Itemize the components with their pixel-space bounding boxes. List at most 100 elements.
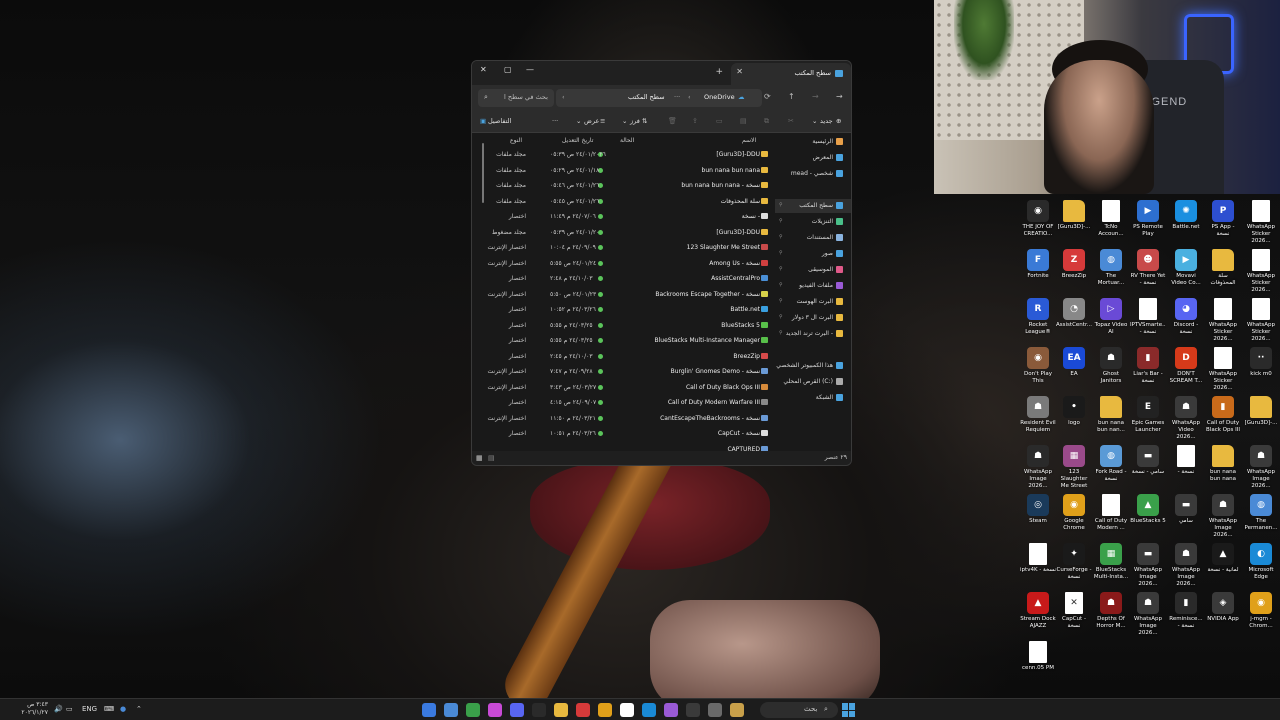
- desktop-icon[interactable]: ◐ Microsoft Edge: [1243, 543, 1279, 589]
- taskbar-app-icon[interactable]: [730, 703, 744, 717]
- keyboard-icon[interactable]: ⌨: [104, 705, 114, 713]
- volume-icon[interactable]: 🔊: [54, 705, 63, 713]
- desktop-icon[interactable]: cenn.05 PM: [1020, 641, 1056, 687]
- desktop-icon[interactable]: ☻ RV There Yet - نسخة: [1130, 249, 1166, 295]
- desktop-icon[interactable]: bun nana bun nana: [1205, 445, 1241, 491]
- desktop-icon[interactable]: [Guru3D]-...: [1056, 200, 1092, 246]
- nav-item[interactable]: ⚲ البرت ترند الجديد -: [775, 327, 851, 341]
- desktop-icon[interactable]: ▮ Call of Duty Black Ops III: [1205, 396, 1241, 442]
- taskbar-app-icon[interactable]: [620, 703, 634, 717]
- nav-item[interactable]: mead - شخصي: [775, 167, 851, 181]
- desktop-icon[interactable]: ▮ Liar's Bar - نسخة: [1130, 347, 1166, 393]
- taskbar-app-icon[interactable]: [422, 703, 436, 717]
- desktop-icon[interactable]: ◉ Don't Play This: [1020, 347, 1056, 393]
- desktop-icon[interactable]: ☗ Resident Evil Requiem: [1020, 396, 1056, 442]
- close-icon[interactable]: ✕: [480, 65, 487, 74]
- file-row[interactable]: Among Us - نسخة ٢٤/٠١/٢٤ ص ٥:٥٥ اختصار الإ…: [478, 256, 768, 272]
- taskbar-app-icon[interactable]: [532, 703, 546, 717]
- desktop-icon[interactable]: ◎ Steam: [1020, 494, 1056, 540]
- nav-item[interactable]: ⚲ التنزيلات: [775, 215, 851, 229]
- taskbar-app-icon[interactable]: [488, 703, 502, 717]
- file-row[interactable]: CantEscapeTheBackrooms - نسخة ٢٤/٠٣/٢١ م …: [478, 411, 768, 427]
- file-row[interactable]: [Guru3D]-DDU ٢٤/٠١/٢٠ ص ٠٥:٣٩ مجلد مضغوط: [478, 225, 768, 241]
- breadcrumb-desktop[interactable]: سطح المكتب: [628, 93, 665, 101]
- taskbar-app-icon[interactable]: [444, 703, 458, 717]
- desktop-icon[interactable]: ▷ Topaz Video AI: [1093, 298, 1129, 344]
- desktop-icon[interactable]: ▦ 123 Slaughter Me Street: [1056, 445, 1092, 491]
- taskbar-app-icon[interactable]: [598, 703, 612, 717]
- desktop-icon[interactable]: • logo: [1056, 396, 1092, 442]
- tab-close-icon[interactable]: ✕: [736, 67, 743, 76]
- nav-item[interactable]: ⚲ صور: [775, 247, 851, 261]
- taskbar-app-icon[interactable]: [576, 703, 590, 717]
- desktop-icon[interactable]: bun nana bun nan...: [1093, 396, 1129, 442]
- taskbar-app-icon[interactable]: [510, 703, 524, 717]
- desktop-icon[interactable]: R Rocket League®: [1020, 298, 1056, 344]
- file-row[interactable]: BlueStacks Multi-Instance Manager ٢٤/٠٣/٢…: [478, 333, 768, 349]
- nav-item[interactable]: ⚲ البرت الهوست: [775, 295, 851, 309]
- back-arrow-icon[interactable]: →: [836, 92, 843, 101]
- maximize-icon[interactable]: ▢: [504, 65, 512, 74]
- desktop-icon[interactable]: WhatsApp Sticker 2026...: [1205, 298, 1241, 344]
- file-row[interactable]: BreezZip ٢٤/١٠/٠٣ م ٢:٤٥ اختصار: [478, 349, 768, 365]
- more-options-button[interactable]: ···: [552, 117, 558, 125]
- desktop-icon[interactable]: [Guru3D]-...: [1243, 396, 1279, 442]
- tray-chevron-icon[interactable]: ⌃: [136, 705, 142, 713]
- column-status[interactable]: الحالة: [620, 137, 634, 144]
- more-crumbs-icon[interactable]: ···: [674, 93, 680, 101]
- details-view-icon[interactable]: ▦: [476, 454, 483, 462]
- desktop-icon[interactable]: ◕ Discord - نسخة: [1168, 298, 1204, 344]
- desktop-icon[interactable]: ▬ سامي - نسخة: [1130, 445, 1166, 491]
- desktop-icon[interactable]: ▲ لمانية - نسخة: [1205, 543, 1241, 589]
- nav-item[interactable]: ⚲ البرت ال ٣ دولار: [775, 311, 851, 325]
- desktop-icon[interactable]: ◍ The Mortuar...: [1093, 249, 1129, 295]
- file-row[interactable]: Battle.net ٢٤/٠٣/٢٦ م ١٠:٥٢ اختصار: [478, 302, 768, 318]
- file-row[interactable]: CapCut - نسخة ٢٤/٠٣/٢٦ م ١٠:٥١ اختصار: [478, 426, 768, 442]
- desktop-icon[interactable]: ◉ THE JOY OF CREATIO...: [1020, 200, 1056, 246]
- taskbar-app-icon[interactable]: [642, 703, 656, 717]
- desktop-icon[interactable]: F Fortnite: [1020, 249, 1056, 295]
- delete-icon[interactable]: 🗑: [668, 117, 677, 125]
- clock[interactable]: ٣:٤٣ ص ٢٠٢٦/١/٢٧: [4, 701, 48, 717]
- start-button[interactable]: [842, 703, 856, 717]
- taskbar-app-icon[interactable]: [664, 703, 678, 717]
- file-row[interactable]: Call of Duty Black Ops III ٢٤/٠٣/٢٧ ص ٣:٤…: [478, 380, 768, 396]
- language-indicator[interactable]: ENG: [82, 705, 97, 713]
- desktop-icon[interactable]: Call of Duty Modern ...: [1093, 494, 1129, 540]
- tiles-view-icon[interactable]: ▤: [488, 454, 495, 462]
- nav-item[interactable]: هذا الكمبيوتر الشخصي: [775, 359, 851, 373]
- nav-item[interactable]: ⚲ الموسيقى: [775, 263, 851, 277]
- file-row[interactable]: [Guru3D]-DDU ٢٤/٠١/٢٠٢٦ ص ٠٥:٣٩ مجلد ملفات: [478, 147, 768, 163]
- desktop-icon[interactable]: ▶ Movavi Video Co...: [1168, 249, 1204, 295]
- desktop-icon[interactable]: iptv4K - نسخة: [1020, 543, 1056, 589]
- desktop-icon[interactable]: ◔ AssistCentr...: [1056, 298, 1092, 344]
- nav-item[interactable]: الرئيسية: [775, 135, 851, 149]
- desktop-icon[interactable]: ☗ WhatsApp Image 2026...: [1243, 445, 1279, 491]
- taskbar-search[interactable]: بحث ⌕: [760, 702, 838, 718]
- desktop-icon[interactable]: ▬ WhatsApp Image 2026...: [1130, 543, 1166, 589]
- forward-arrow-icon[interactable]: →: [812, 92, 819, 101]
- file-row[interactable]: bun nana bun nana ٢٤/٠١/١٨ ص ٠٥:٢٩ مجلد مل…: [478, 163, 768, 179]
- desktop-icon[interactable]: ◈ NVIDIA App: [1205, 592, 1241, 638]
- file-row[interactable]: AssistCentralPro ٢٤/١٠/٠٣ م ٢:٤٨ اختصار: [478, 271, 768, 287]
- mic-icon[interactable]: ●: [120, 705, 126, 713]
- breadcrumb[interactable]: ‹ سطح المكتب ··· ‹ OneDrive ☁: [556, 89, 762, 107]
- nav-item[interactable]: الشبكة: [775, 391, 851, 405]
- desktop-icon[interactable]: ☗ Depths Of Horror M...: [1093, 592, 1129, 638]
- taskbar-app-icon[interactable]: [466, 703, 480, 717]
- desktop-icon[interactable]: ☗ WhatsApp Video 2026...: [1168, 396, 1204, 442]
- nav-item[interactable]: المعرض: [775, 151, 851, 165]
- desktop-icon[interactable]: ✦ CurseForge - نسخة: [1056, 543, 1092, 589]
- desktop-icon[interactable]: Z BreezZip: [1056, 249, 1092, 295]
- taskbar-app-icon[interactable]: [554, 703, 568, 717]
- details-pane-icon[interactable]: ▣: [480, 117, 486, 125]
- desktop-icon[interactable]: ☗ WhatsApp Image 2026...: [1168, 543, 1204, 589]
- desktop-icon[interactable]: - نسخة: [1168, 445, 1204, 491]
- paste-icon[interactable]: ▤: [740, 117, 747, 125]
- file-row[interactable]: نسخة - ٢٤/٠٧/٠٦ م ١١:٤٩ اختصار: [478, 209, 768, 225]
- desktop-icon[interactable]: ▲ BlueStacks 5: [1130, 494, 1166, 540]
- desktop-icon[interactable]: WhatsApp Sticker 2026...: [1243, 298, 1279, 344]
- desktop-icon[interactable]: ◉ Google Chrome: [1056, 494, 1092, 540]
- desktop-icon[interactable]: ▮ Reminisce... - نسخة: [1168, 592, 1204, 638]
- view-button[interactable]: عرض: [584, 117, 599, 125]
